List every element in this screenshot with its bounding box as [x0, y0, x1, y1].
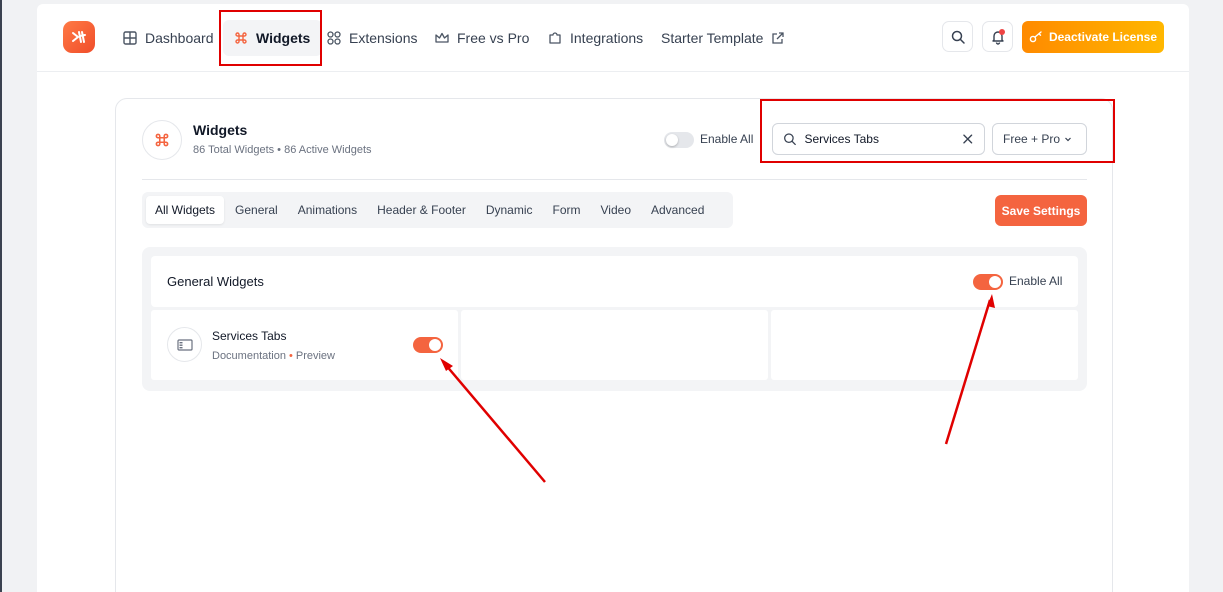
app-shell: Dashboard Widgets Extensions Free vs Pro…: [37, 4, 1189, 592]
command-icon: [235, 32, 247, 44]
extensions-icon: [327, 31, 341, 45]
nav-dashboard-label: Dashboard: [145, 30, 214, 46]
notifications-button[interactable]: [982, 21, 1013, 52]
widget-links: Documentation • Preview: [212, 350, 335, 362]
nav-free-vs-pro-label: Free vs Pro: [457, 30, 530, 46]
enable-all-label: Enable All: [700, 132, 754, 146]
link-separator: •: [289, 350, 293, 362]
group-enable-all-label: Enable All: [1009, 274, 1063, 288]
search-icon: [951, 30, 965, 44]
tab-dynamic[interactable]: Dynamic: [477, 196, 542, 224]
enable-all-toggle[interactable]: [664, 132, 694, 148]
tab-all-widgets[interactable]: All Widgets: [146, 196, 225, 224]
widget-card: Services Tabs Documentation • Preview: [151, 310, 458, 380]
group-title: General Widgets: [167, 274, 264, 289]
widget-count-summary: 86 Total Widgets • 86 Active Widgets: [193, 144, 372, 156]
nav-integrations[interactable]: Integrations: [547, 26, 643, 50]
category-tabs: All Widgets General Animations Header & …: [142, 192, 733, 228]
nav-widgets[interactable]: Widgets: [223, 20, 323, 56]
nav-integrations-label: Integrations: [570, 30, 644, 46]
key-icon: [1029, 31, 1042, 43]
clear-icon[interactable]: [962, 133, 974, 145]
grid-icon: [123, 31, 137, 45]
group-header: General Widgets Enable All: [151, 256, 1078, 307]
widget-enable-toggle[interactable]: [413, 337, 443, 353]
tabs-widget-icon: [176, 338, 193, 351]
plan-filter-select[interactable]: Free + Pro: [992, 123, 1087, 155]
deactivate-license-label: Deactivate License: [1048, 30, 1158, 44]
top-navigation: Dashboard Widgets Extensions Free vs Pro…: [37, 4, 1189, 72]
header-divider: [142, 179, 1087, 180]
widget-search: [772, 123, 985, 155]
search-icon: [784, 133, 796, 146]
save-settings-button[interactable]: Save Settings: [995, 195, 1087, 226]
command-icon: [155, 133, 169, 147]
notification-dot: [999, 29, 1005, 35]
nav-free-vs-pro[interactable]: Free vs Pro: [434, 26, 529, 50]
brand-logo[interactable]: [63, 21, 95, 53]
nav-extensions-label: Extensions: [349, 30, 418, 46]
search-button[interactable]: [942, 21, 973, 52]
plan-filter-value: Free + Pro: [1003, 132, 1061, 146]
puzzle-icon: [549, 32, 561, 44]
general-widgets-group: General Widgets Enable All Services Tabs…: [142, 247, 1087, 391]
panel-command-badge: [142, 120, 182, 160]
tab-header-footer[interactable]: Header & Footer: [368, 196, 475, 224]
crown-icon: [435, 32, 449, 43]
chevron-down-icon: [1065, 137, 1071, 142]
empty-widget-slot: [771, 310, 1078, 380]
empty-widget-slot: [461, 310, 768, 380]
nav-dashboard[interactable]: Dashboard: [122, 26, 214, 50]
external-link-icon: [772, 32, 785, 44]
logo-mark-icon: [72, 31, 86, 43]
nav-starter-template-label: Starter Template: [661, 30, 764, 46]
widget-name: Services Tabs: [212, 329, 287, 343]
tab-animations[interactable]: Animations: [289, 196, 366, 224]
preview-link[interactable]: Preview: [296, 350, 335, 362]
window-edge: [0, 0, 2, 592]
widget-icon: [167, 327, 202, 362]
nav-extensions[interactable]: Extensions: [326, 26, 417, 50]
deactivate-license-button[interactable]: Deactivate License: [1022, 21, 1164, 53]
panel-title: Widgets: [193, 122, 248, 138]
tab-form[interactable]: Form: [544, 196, 590, 224]
tab-video[interactable]: Video: [592, 196, 640, 224]
widgets-panel: Widgets 86 Total Widgets • 86 Active Wid…: [115, 98, 1113, 592]
group-enable-all-toggle[interactable]: [973, 274, 1003, 290]
nav-starter-template[interactable]: Starter Template: [661, 26, 786, 50]
tab-general[interactable]: General: [226, 196, 287, 224]
nav-widgets-label: Widgets: [256, 30, 311, 46]
search-input[interactable]: [804, 132, 955, 146]
tab-advanced[interactable]: Advanced: [642, 196, 713, 224]
documentation-link[interactable]: Documentation: [212, 350, 286, 362]
